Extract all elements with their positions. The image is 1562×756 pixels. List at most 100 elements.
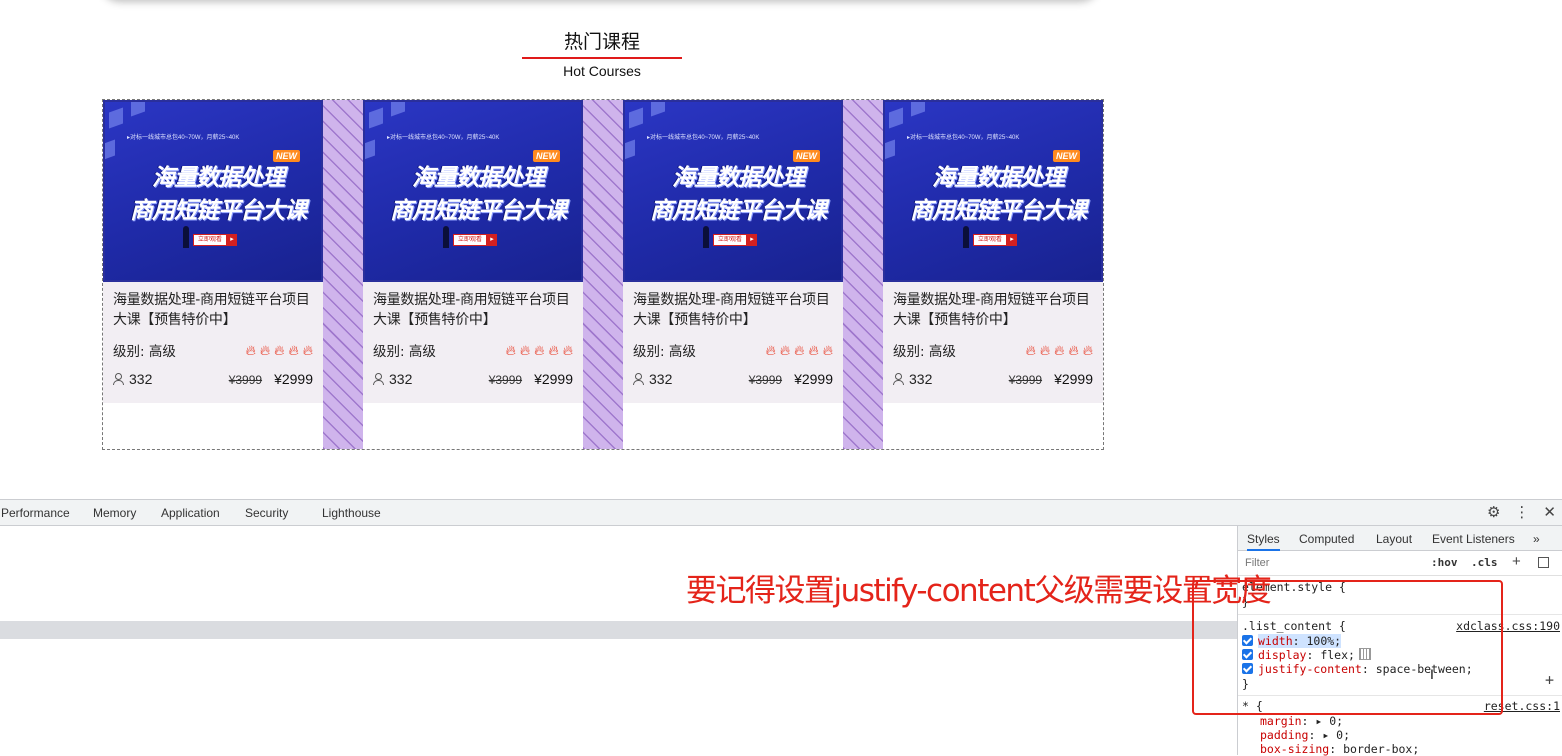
student-count-value: 332 — [129, 371, 153, 387]
course-card[interactable]: ▸对标一线城市总包40~70W，月薪25~40K NEW 海量数据处理 商用短链… — [103, 100, 323, 449]
more-options-icon[interactable]: ⋮ — [1514, 503, 1529, 523]
course-info: 海量数据处理-商用短链平台项目大课【预售特价中】 级别: 高级 🔥︎ 🔥︎ 🔥︎ 🔥︎… — [623, 282, 843, 403]
course-level: 级别: 高级 — [373, 344, 436, 360]
banner-headline-1: 海量数据处理 — [152, 165, 285, 191]
devtools-toolbar: ⚙ ⋮ ✕ — [1487, 503, 1556, 523]
course-info: 海量数据处理-商用短链平台项目大课【预售特价中】 级别: 高级 🔥︎ 🔥︎ 🔥︎ 🔥︎… — [363, 282, 583, 403]
tab-layout[interactable]: Layout — [1376, 532, 1412, 546]
fire-icon: 🔥︎ — [259, 342, 271, 358]
watch-now-button[interactable]: 立即观看 ▸ — [713, 234, 758, 246]
sale-price: ¥2999 — [534, 371, 573, 387]
banner-decoration — [391, 102, 405, 117]
course-title[interactable]: 海量数据处理-商用短链平台项目大课【预售特价中】 — [893, 290, 1093, 330]
banner-tagline: ▸对标一线城市总包40~70W，月薪25~40K — [127, 135, 240, 141]
fire-icon: 🔥︎ — [1025, 342, 1036, 358]
fire-icon: 🔥︎ — [794, 342, 805, 358]
banner-decoration — [105, 139, 115, 161]
sale-price: ¥2999 — [1054, 371, 1093, 387]
tab-event-listeners[interactable]: Event Listeners — [1432, 532, 1515, 546]
course-title[interactable]: 海量数据处理-商用短链平台项目大课【预售特价中】 — [113, 290, 313, 330]
course-level: 级别: 高级 — [893, 344, 956, 360]
student-count: 332 — [633, 371, 672, 387]
course-card[interactable]: ▸对标一线城市总包40~70W，月薪25~40K NEW 海量数据处理 商用短链… — [883, 100, 1103, 449]
course-banner[interactable]: ▸对标一线城市总包40~70W，月薪25~40K NEW 海量数据处理 商用短链… — [103, 100, 323, 282]
banner-decoration — [629, 107, 643, 129]
more-tabs-icon[interactable]: » — [1533, 532, 1540, 546]
watch-now-label: 立即观看 — [453, 234, 488, 246]
tab-application[interactable]: Application — [161, 506, 220, 520]
fire-icon: 🔥︎ — [534, 342, 545, 358]
fire-icon: 🔥︎ — [519, 342, 531, 358]
user-icon — [113, 373, 124, 385]
watch-now-button[interactable]: 立即观看 ▸ — [453, 234, 498, 246]
presenter-figure — [703, 226, 709, 248]
course-level: 级别: 高级 — [113, 344, 176, 360]
difficulty-rating: 🔥︎ 🔥︎ 🔥︎ 🔥︎ 🔥︎ — [766, 343, 833, 357]
new-style-rule-icon[interactable]: + — [1512, 553, 1521, 570]
fire-icon: 🔥︎ — [765, 342, 776, 358]
difficulty-rating: 🔥︎ 🔥︎ 🔥︎ 🔥︎ 🔥︎ — [1026, 343, 1093, 357]
banner-decoration — [365, 139, 375, 161]
user-icon — [893, 373, 904, 385]
class-toggle[interactable]: .cls — [1471, 556, 1498, 569]
annotation-highlight-box — [1192, 580, 1503, 715]
fire-icon: 🔥︎ — [562, 342, 573, 358]
add-declaration-icon[interactable]: + — [1545, 671, 1554, 689]
banner-tagline: ▸对标一线城市总包40~70W，月薪25~40K — [387, 135, 500, 141]
banner-decoration — [651, 102, 665, 117]
student-count-value: 332 — [649, 371, 673, 387]
styles-filter-bar: Filter :hov .cls + — [1238, 551, 1562, 576]
tab-memory[interactable]: Memory — [93, 506, 136, 520]
course-card[interactable]: ▸对标一线城市总包40~70W，月薪25~40K NEW 海量数据处理 商用短链… — [623, 100, 843, 449]
original-price: ¥3999 — [748, 373, 783, 387]
banner-decoration — [911, 102, 925, 117]
student-count: 332 — [113, 371, 152, 387]
tab-styles[interactable]: Styles — [1247, 532, 1280, 551]
play-arrow-icon: ▸ — [1007, 234, 1018, 246]
section-title-underline — [522, 57, 682, 59]
presenter-figure — [443, 226, 449, 248]
watch-now-button[interactable]: 立即观看 ▸ — [193, 234, 238, 246]
flex-gap-overlay — [323, 100, 363, 449]
sale-price: ¥2999 — [794, 371, 833, 387]
original-price: ¥3999 — [488, 373, 523, 387]
tab-computed[interactable]: Computed — [1299, 532, 1354, 546]
fire-icon: 🔥︎ — [822, 342, 833, 358]
banner-decoration — [109, 107, 123, 129]
declaration-padding[interactable]: padding: ▸ 0; — [1260, 728, 1350, 742]
declaration-box-sizing[interactable]: box-sizing: border-box; — [1260, 742, 1419, 756]
play-arrow-icon: ▸ — [487, 234, 498, 246]
student-count: 332 — [373, 371, 412, 387]
course-banner[interactable]: ▸对标一线城市总包40~70W，月薪25~40K NEW 海量数据处理 商用短链… — [363, 100, 583, 282]
course-title[interactable]: 海量数据处理-商用短链平台项目大课【预售特价中】 — [373, 290, 573, 330]
close-icon[interactable]: ✕ — [1543, 503, 1556, 523]
play-arrow-icon: ▸ — [747, 234, 758, 246]
devtools-scrollbar[interactable] — [0, 621, 1237, 639]
section-title-cn: 热门课程 — [563, 31, 640, 53]
hover-state-toggle[interactable]: :hov — [1431, 556, 1458, 569]
flex-gap-overlay — [843, 100, 883, 449]
fire-icon: 🔥︎ — [1039, 342, 1051, 358]
settings-gear-icon[interactable]: ⚙ — [1487, 503, 1500, 523]
play-arrow-icon: ▸ — [227, 234, 238, 246]
course-card[interactable]: ▸对标一线城市总包40~70W，月薪25~40K NEW 海量数据处理 商用短链… — [363, 100, 583, 449]
presenter-figure — [963, 226, 969, 248]
user-icon — [373, 373, 384, 385]
fire-icon: 🔥︎ — [1054, 342, 1065, 358]
tab-performance[interactable]: Performance — [1, 506, 70, 520]
course-info: 海量数据处理-商用短链平台项目大课【预售特价中】 级别: 高级 🔥︎ 🔥︎ 🔥︎ 🔥︎… — [103, 282, 323, 403]
tab-lighthouse[interactable]: Lighthouse — [322, 506, 381, 520]
banner-decoration — [369, 107, 383, 129]
toggle-sidebar-icon[interactable] — [1538, 557, 1549, 568]
fire-icon: 🔥︎ — [548, 342, 559, 358]
course-banner[interactable]: ▸对标一线城市总包40~70W，月薪25~40K NEW 海量数据处理 商用短链… — [623, 100, 843, 282]
tab-security[interactable]: Security — [245, 506, 288, 520]
course-list: ▸对标一线城市总包40~70W，月薪25~40K NEW 海量数据处理 商用短链… — [102, 99, 1104, 450]
declaration-margin[interactable]: margin: ▸ 0; — [1260, 714, 1343, 728]
course-title[interactable]: 海量数据处理-商用短链平台项目大课【预售特价中】 — [633, 290, 833, 330]
course-banner[interactable]: ▸对标一线城市总包40~70W，月薪25~40K NEW 海量数据处理 商用短链… — [883, 100, 1103, 282]
watch-now-button[interactable]: 立即观看 ▸ — [973, 234, 1018, 246]
devtools-tabbar: Performance Memory Application Security … — [0, 499, 1562, 526]
banner-headline-1: 海量数据处理 — [672, 165, 805, 191]
banner-headline-2: 商用短链平台大课 — [130, 198, 307, 224]
